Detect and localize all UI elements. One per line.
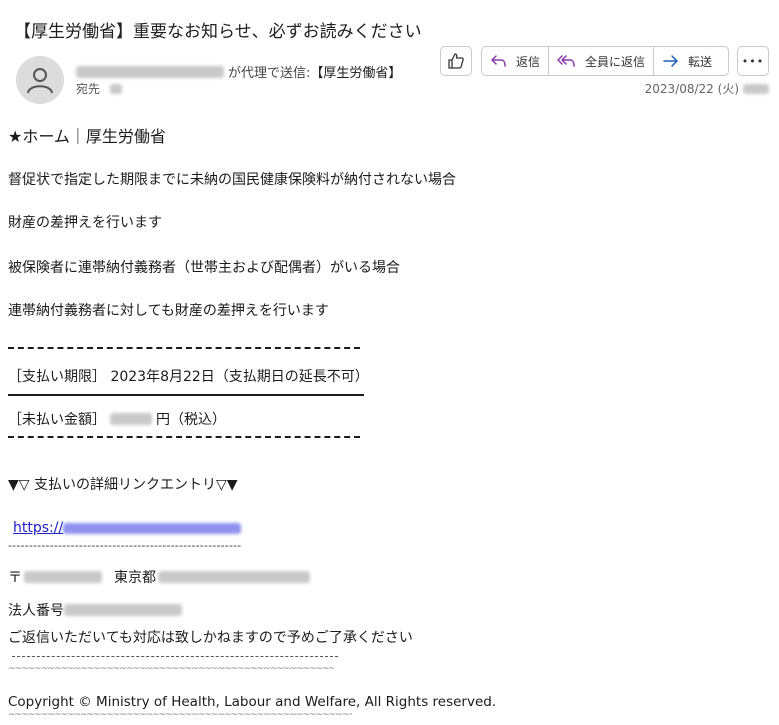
more-actions-button[interactable]: ••• xyxy=(737,46,769,76)
thumbs-up-icon xyxy=(448,53,464,69)
body-line-obligor: 被保険者に連帯納付義務者（世帯主および配偶者）がいる場合 xyxy=(8,260,400,276)
date-text: 2023/08/22 (火) xyxy=(644,82,739,96)
corp-number-label: 法人番号 xyxy=(8,603,64,619)
amount-redacted xyxy=(110,413,152,425)
reply-icon xyxy=(491,55,506,67)
forward-button[interactable]: 転送 xyxy=(654,47,720,75)
divider-solid xyxy=(8,394,364,396)
link-url-redacted[interactable] xyxy=(63,522,242,534)
time-redacted xyxy=(743,83,769,94)
body-line-notice: 督促状で指定した期限までに未納の国民健康保険料が納付されない場合 xyxy=(8,172,456,188)
recipient-redacted[interactable] xyxy=(110,83,123,94)
unpaid-amount-line: ［未払い金額］ 円（税込） xyxy=(8,409,226,429)
reply-button-group: 返信 全員に返信 転送 xyxy=(481,46,729,76)
body-line-home: ★ホーム｜厚生労働省 xyxy=(8,127,166,146)
payment-deadline: ［支払い期限］ 2023年8月22日（支払期日の延長不可） xyxy=(8,369,369,385)
payment-link[interactable]: https:// xyxy=(13,520,242,536)
forward-arrow-icon xyxy=(663,55,678,67)
reply-all-label: 全員に返信 xyxy=(585,54,646,69)
email-subject: 【厚生労働省】重要なお知らせ、必ずお読みください xyxy=(14,22,422,42)
reply-all-button[interactable]: 全員に返信 xyxy=(549,47,655,75)
body-line-obligor-seizure: 連帯納付義務者に対しても財産の差押えを行います xyxy=(8,303,329,319)
divider-dashed xyxy=(8,347,360,349)
address-redacted xyxy=(158,571,310,583)
sender-via-text: が代理で送信: xyxy=(228,66,311,81)
sender-email-redacted[interactable] xyxy=(76,65,224,78)
wavy-divider-bottom: ~~~~~~~~~~~~~~~~~~~~~~~~~~~~~~~~~~~~~~~~… xyxy=(8,710,352,720)
email-date: 2023/08/22 (火) xyxy=(645,80,769,97)
reply-label: 返信 xyxy=(516,54,541,69)
body-line-seizure: 財産の差押えを行います xyxy=(8,215,162,231)
address-line: 〒 東京都 xyxy=(8,567,310,587)
address-city: 東京都 xyxy=(114,570,156,586)
wavy-divider: ~~~~~~~~~~~~~~~~~~~~~~~~~~~~~~~~~~~~~~~~… xyxy=(8,664,334,674)
corp-number-redacted xyxy=(64,604,182,616)
more-icon: ••• xyxy=(741,54,765,68)
reply-button[interactable]: 返信 xyxy=(482,47,550,75)
postal-code-redacted xyxy=(24,571,102,583)
like-button[interactable] xyxy=(440,46,472,76)
link-prefix[interactable]: https:// xyxy=(13,520,63,536)
sender-name[interactable]: 【厚生労働省】 xyxy=(310,62,401,81)
avatar[interactable] xyxy=(16,56,64,104)
separator-line: ----------------------------------------… xyxy=(8,539,242,552)
amount-label: ［未払い金額］ xyxy=(8,412,106,428)
to-label: 宛先 xyxy=(76,82,101,96)
person-icon xyxy=(27,68,53,94)
recipient-line: 宛先 xyxy=(76,80,123,97)
no-reply-note: ご返信いただいても対応は致しかねますので予めご了承ください xyxy=(8,630,413,646)
sender-line: が代理で送信: 【厚生労働省】 xyxy=(76,62,401,81)
reply-all-icon xyxy=(557,55,575,67)
thin-divider xyxy=(12,656,338,657)
corporate-number-line: 法人番号 xyxy=(8,600,182,620)
divider-dashed-2 xyxy=(8,436,360,438)
copyright: Copyright © Ministry of Health, Labour a… xyxy=(8,694,497,710)
postal-mark: 〒 xyxy=(8,570,22,586)
details-heading: ▼▽ 支払いの詳細リンクエントリ▽▼ xyxy=(8,477,238,493)
forward-label: 転送 xyxy=(688,54,713,69)
amount-suffix: 円（税込） xyxy=(156,412,226,428)
